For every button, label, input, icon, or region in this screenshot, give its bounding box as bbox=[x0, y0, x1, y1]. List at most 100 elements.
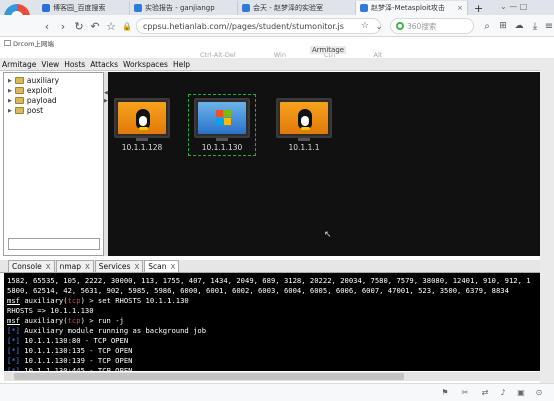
status-marker: [*] bbox=[7, 326, 20, 335]
menu-attacks[interactable]: Attacks bbox=[90, 60, 118, 69]
translate-icon[interactable]: ⇄ bbox=[480, 388, 490, 398]
bug-icon[interactable]: ⚑ bbox=[440, 388, 450, 398]
expand-arrow-icon[interactable]: ▶ bbox=[8, 108, 12, 114]
host-ip-label: 10.1.1.1 bbox=[288, 143, 320, 152]
module-search-input[interactable] bbox=[8, 238, 100, 250]
tab-label: Services bbox=[98, 262, 131, 271]
cloud-icon[interactable]: ☁ bbox=[512, 19, 526, 33]
prompt-type: tcp bbox=[67, 316, 81, 325]
browser-tab-4-active[interactable]: 赵梦泽-Metasploit攻击 × bbox=[356, 1, 468, 15]
browser-tab-3[interactable]: 会天 - 赵梦泽的实验室 bbox=[238, 1, 356, 15]
mouse-cursor-icon: ↖ bbox=[324, 230, 332, 240]
console-line: RHOSTS => 10.1.1.130 bbox=[7, 306, 94, 315]
menu-hosts[interactable]: Hosts bbox=[64, 60, 85, 69]
prompt-command: > run -j bbox=[84, 316, 124, 325]
window-icon[interactable]: ▣ bbox=[516, 388, 526, 398]
back-icon[interactable]: ‹ bbox=[40, 19, 54, 33]
360-search-icon bbox=[396, 22, 404, 30]
tab-scan[interactable]: Scan X bbox=[144, 260, 180, 272]
tree-label: payload bbox=[26, 96, 57, 105]
targets-graph-view: 10.1.1.128 10.1.1.130 10.1.1.1 ↖ bbox=[108, 72, 540, 256]
tree-item-exploit[interactable]: ▶ exploit bbox=[8, 86, 52, 95]
console-prompt-line: msf auxiliary(tcp) > set RHOSTS 10.1.1.1… bbox=[7, 296, 189, 305]
prompt-module: auxiliary bbox=[24, 316, 64, 325]
host-10-1-1-130[interactable]: 10.1.1.130 bbox=[188, 94, 256, 156]
prompt-type: tcp bbox=[67, 296, 81, 305]
extensions-icon[interactable]: ⊞ bbox=[496, 19, 510, 33]
console-output[interactable]: 1582, 65535, 105, 2222, 30000, 113, 1755… bbox=[4, 273, 540, 371]
menu-icon[interactable]: ≡ bbox=[542, 19, 554, 33]
host-10-1-1-128[interactable]: 10.1.1.128 bbox=[112, 98, 172, 152]
search-placeholder: 360搜索 bbox=[407, 21, 437, 31]
prompt-msf: msf bbox=[7, 316, 20, 325]
prompt-msf: msf bbox=[7, 296, 20, 305]
browser-tab-1[interactable]: 博客园_百度搜索 bbox=[38, 1, 130, 15]
download-icon[interactable]: ⤓ bbox=[528, 19, 542, 33]
close-tab-icon[interactable]: × bbox=[457, 4, 463, 12]
tab-services[interactable]: Services X bbox=[94, 260, 144, 272]
console-status-line: [*] 10.1.1.130:139 - TCP OPEN bbox=[7, 356, 133, 365]
undo-icon[interactable]: ↶ bbox=[88, 19, 102, 33]
console-status-line: [*] 10.1.1.130:80 - TCP OPEN bbox=[7, 336, 129, 345]
tab-label: 会天 - 赵梦泽的实验室 bbox=[253, 4, 323, 12]
console-prompt-line: msf auxiliary(tcp) > run -j bbox=[7, 316, 124, 325]
zoom-icon[interactable]: ⊙ bbox=[534, 388, 544, 398]
tab-label: 实验报告 - ganjiangp bbox=[145, 4, 215, 12]
prompt-module: auxiliary bbox=[24, 296, 64, 305]
scrollbar-thumb[interactable] bbox=[14, 373, 404, 380]
menu-workspaces[interactable]: Workspaces bbox=[123, 60, 168, 69]
expand-arrow-icon[interactable]: ▶ bbox=[8, 98, 12, 104]
tab-nmap[interactable]: nmap X bbox=[55, 260, 94, 272]
address-bar[interactable]: cppsu.hetianlab.com//pages/student/stumo… bbox=[136, 18, 381, 34]
tree-item-auxiliary[interactable]: ▶ auxiliary bbox=[8, 76, 59, 85]
console-tab-bar: Console X nmap X Services X Scan X bbox=[0, 260, 540, 273]
console-status-line: [*] Auxiliary module running as backgrou… bbox=[7, 326, 207, 335]
status-marker: [*] bbox=[7, 356, 20, 365]
browser-tab-2[interactable]: 实验报告 - ganjiangp bbox=[130, 1, 238, 15]
right-scrollbar[interactable] bbox=[540, 58, 554, 401]
tree-label: exploit bbox=[26, 86, 53, 95]
forward-icon[interactable]: › bbox=[56, 19, 70, 33]
tree-label: post bbox=[26, 106, 44, 115]
folder-icon bbox=[14, 97, 24, 104]
volume-icon[interactable]: ♪ bbox=[498, 388, 508, 398]
tree-item-post[interactable]: ▶ post bbox=[8, 106, 43, 115]
new-tab-button[interactable]: + bbox=[470, 1, 484, 15]
menu-armitage[interactable]: Armitage bbox=[2, 60, 36, 69]
security-lock-icon: 🔒 bbox=[122, 21, 132, 31]
close-icon[interactable]: X bbox=[46, 263, 51, 271]
favorite-star-icon[interactable]: ☆ bbox=[104, 19, 118, 33]
bookmark-star-icon[interactable]: ☆ bbox=[358, 19, 372, 33]
module-tree: ▶ auxiliary ▶ exploit ▶ payload ▶ post bbox=[3, 72, 104, 256]
console-line: 5800, 62514, 42, 5631, 902, 5985, 5986, … bbox=[7, 286, 509, 295]
expand-arrow-icon[interactable]: ▶ bbox=[8, 88, 12, 94]
search-box[interactable]: 360搜索 bbox=[390, 18, 474, 34]
bookmark-item[interactable]: Drcom上网端 bbox=[13, 38, 54, 48]
menu-help[interactable]: Help bbox=[173, 60, 190, 69]
tab-label: 博客园_百度搜索 bbox=[53, 4, 106, 12]
tree-label: auxiliary bbox=[26, 76, 60, 85]
tab-console[interactable]: Console X bbox=[8, 260, 55, 272]
baidu-favicon-icon bbox=[42, 4, 50, 12]
browser-tab-bar: 博客园_百度搜索 实验报告 - ganjiangp 会天 - 赵梦泽的实验室 赵… bbox=[0, 0, 554, 30]
linux-host-icon bbox=[114, 98, 170, 138]
tree-item-payload[interactable]: ▶ payload bbox=[8, 96, 57, 105]
host-10-1-1-1[interactable]: 10.1.1.1 bbox=[274, 98, 334, 152]
page-favicon-icon bbox=[134, 4, 142, 12]
bookmark-bar: Drcom上网端 bbox=[0, 37, 554, 48]
folder-icon bbox=[14, 77, 24, 84]
folder-icon bbox=[14, 87, 24, 94]
folder-icon bbox=[4, 39, 11, 46]
expand-arrow-icon[interactable]: ▶ bbox=[8, 78, 12, 84]
tab-label: nmap bbox=[59, 262, 81, 271]
folder-icon bbox=[14, 107, 24, 114]
close-icon[interactable]: X bbox=[170, 263, 175, 271]
screenshot-icon[interactable]: ✂ bbox=[460, 388, 470, 398]
dropdown-icon[interactable]: ⌄ bbox=[372, 19, 386, 33]
close-icon[interactable]: X bbox=[85, 263, 90, 271]
reload-icon[interactable]: ↻ bbox=[72, 19, 86, 33]
windows-host-icon bbox=[194, 98, 250, 138]
close-icon[interactable]: X bbox=[134, 263, 139, 271]
menu-view[interactable]: View bbox=[41, 60, 59, 69]
search-magnifier-icon[interactable]: ⌕ bbox=[480, 19, 494, 33]
